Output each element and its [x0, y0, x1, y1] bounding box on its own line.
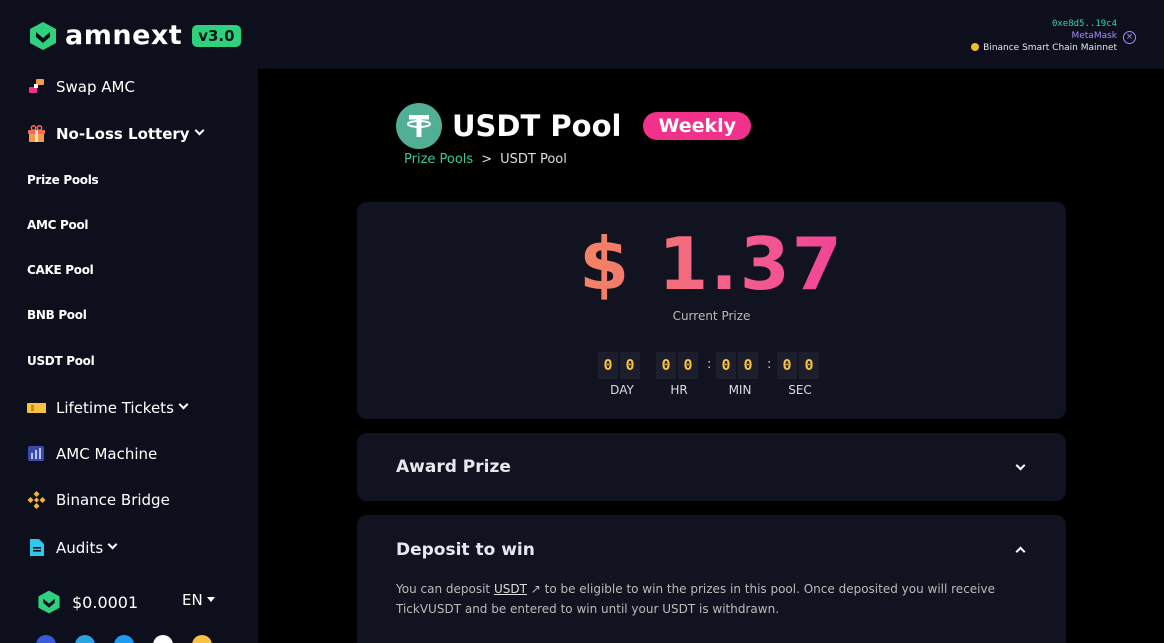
- sidebar-item-audits[interactable]: Audits: [27, 538, 118, 557]
- sidebar-item-lifetime-tickets[interactable]: Lifetime Tickets: [27, 398, 189, 417]
- timer-label-min: MIN: [728, 383, 752, 397]
- usdt-token-link[interactable]: USDT: [494, 582, 527, 596]
- external-link-icon: ↗: [526, 582, 541, 596]
- frequency-badge: Weekly: [643, 112, 752, 140]
- chevron-down-icon: [178, 399, 189, 410]
- breadcrumb-prize-pools[interactable]: Prize Pools: [404, 152, 473, 167]
- wallet-address: 0xe8d5..19c4: [1051, 19, 1117, 29]
- deposit-title: Deposit to win: [396, 540, 535, 560]
- timer-digit: 0: [777, 352, 797, 379]
- amnext-logo-icon: [30, 22, 56, 50]
- timer-digit: 0: [716, 352, 736, 379]
- chevron-up-icon[interactable]: [1015, 546, 1026, 557]
- chevron-down-icon: [107, 539, 118, 550]
- network-name: Binance Smart Chain Mainnet: [971, 42, 1117, 54]
- sidebar-item-lottery[interactable]: No-Loss Lottery: [27, 124, 205, 143]
- timer-digit: 0: [656, 352, 676, 379]
- prize-card: $ 1.37 Current Prize 0 0 0 0 : 0 0 : 0 0…: [357, 202, 1066, 419]
- sidebar-item-swap[interactable]: Swap AMC: [27, 77, 135, 96]
- timer-label-hr: HR: [670, 383, 688, 397]
- bnb-icon: [971, 43, 980, 51]
- sidebar-item-amc-pool[interactable]: AMC Pool: [27, 218, 89, 232]
- current-prize-amount: $ 1.37: [357, 222, 1066, 306]
- sidebar-item-prize-pools[interactable]: Prize Pools: [27, 173, 99, 187]
- deposit-panel[interactable]: Deposit to win You can deposit USDT ↗ to…: [357, 515, 1066, 643]
- sidebar-item-bnb-pool[interactable]: BNB Pool: [27, 308, 87, 322]
- twitter-icon[interactable]: [114, 635, 134, 643]
- timer-label-day: DAY: [610, 383, 634, 397]
- sidebar: Swap AMC No-Loss Lottery Prize Pools AMC…: [0, 69, 258, 643]
- current-prize-label: Current Prize: [672, 309, 751, 323]
- gift-icon: [27, 124, 46, 143]
- timer-digit: 0: [799, 352, 819, 379]
- chart-icon: [27, 444, 46, 463]
- top-bar: amnext v3.0 0xe8d5..19c4 MetaMask Binanc…: [0, 0, 1164, 69]
- swap-icon: [27, 77, 46, 96]
- chevron-down-icon[interactable]: [1015, 460, 1026, 471]
- chevron-down-icon: [194, 125, 205, 136]
- wallet-provider: MetaMask: [1071, 31, 1117, 41]
- sidebar-item-binance-bridge[interactable]: Binance Bridge: [27, 490, 170, 509]
- pool-header: USDT Pool Weekly: [396, 103, 752, 149]
- timer-label-sec: SEC: [788, 383, 812, 397]
- telegram-icon[interactable]: [75, 635, 95, 643]
- breadcrumb: Prize Pools > USDT Pool: [404, 152, 567, 167]
- medium-icon[interactable]: [153, 635, 173, 643]
- deposit-description: You can deposit USDT ↗ to be eligible to…: [396, 582, 995, 616]
- ticket-icon: [27, 398, 47, 417]
- coin-icon[interactable]: [192, 635, 212, 643]
- amc-token-icon: [38, 590, 60, 614]
- timer-separator: :: [707, 357, 712, 372]
- document-icon: [27, 538, 46, 557]
- timer-separator: :: [767, 357, 772, 372]
- language-select[interactable]: EN: [182, 591, 215, 609]
- sidebar-item-usdt-pool[interactable]: USDT Pool: [27, 354, 95, 368]
- sidebar-item-cake-pool[interactable]: CAKE Pool: [27, 263, 94, 277]
- tether-icon: [396, 103, 442, 149]
- timer-digit: 0: [620, 352, 640, 379]
- token-price: $0.0001: [36, 589, 138, 615]
- disconnect-icon[interactable]: ×: [1123, 31, 1136, 44]
- caret-down-icon: [206, 597, 215, 602]
- social-links: [36, 635, 212, 643]
- timer-digit: 0: [738, 352, 758, 379]
- timer-digit: 0: [598, 352, 618, 379]
- award-prize-title: Award Prize: [396, 457, 511, 477]
- timer-digit: 0: [678, 352, 698, 379]
- wallet-info[interactable]: 0xe8d5..19c4 MetaMask Binance Smart Chai…: [971, 18, 1117, 54]
- version-badge: v3.0: [192, 25, 241, 47]
- binance-icon: [27, 490, 46, 509]
- award-prize-panel[interactable]: Award Prize: [357, 433, 1066, 501]
- logo-text: amnext: [65, 20, 183, 51]
- page-title: USDT Pool: [452, 109, 622, 143]
- breadcrumb-current: USDT Pool: [500, 152, 567, 167]
- app-logo[interactable]: amnext v3.0: [27, 20, 241, 52]
- sidebar-item-amc-machine[interactable]: AMC Machine: [27, 444, 157, 463]
- gitbook-icon[interactable]: [36, 635, 56, 643]
